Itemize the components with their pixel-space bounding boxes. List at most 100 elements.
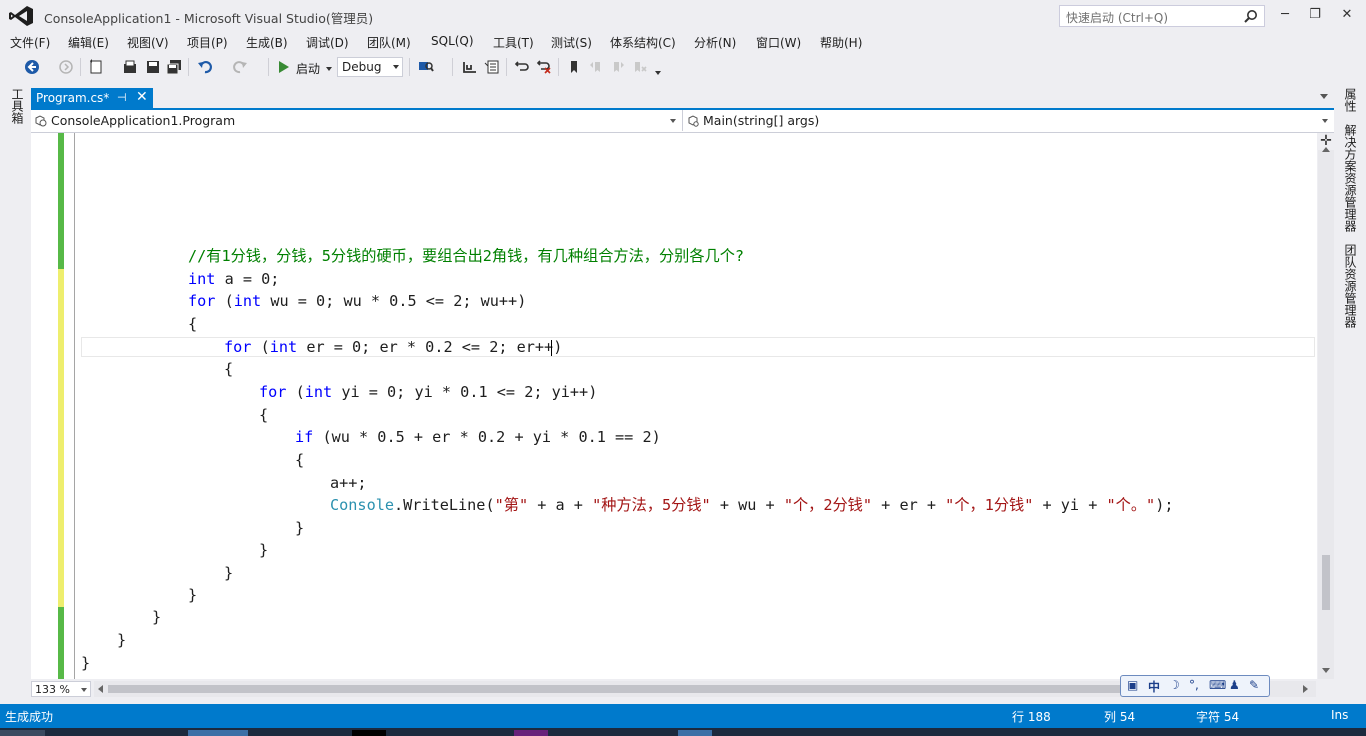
ime-settings-icon[interactable]: ✎ bbox=[1249, 678, 1259, 692]
code-token: + er + bbox=[872, 496, 946, 514]
code-token: er = 0; er * 0.2 <= 2; er++) bbox=[297, 338, 563, 356]
undo-icon[interactable] bbox=[197, 59, 213, 75]
keyword-token: for bbox=[259, 383, 287, 401]
taskbar-app-icon[interactable] bbox=[188, 730, 248, 736]
scroll-left-icon[interactable] bbox=[98, 685, 103, 693]
code-line: } bbox=[259, 541, 269, 559]
code-line: Console.WriteLine("第" + a + "种方法，5分钱" + … bbox=[330, 495, 1173, 515]
windows-taskbar bbox=[0, 728, 1366, 736]
menu-help[interactable]: 帮助(H) bbox=[820, 34, 862, 51]
taskbar-app-icon[interactable] bbox=[352, 730, 386, 736]
menu-edit[interactable]: 编辑(E) bbox=[68, 34, 109, 51]
status-insert-mode: Ins bbox=[1331, 708, 1349, 722]
member-dropdown[interactable]: Main(string[] args) bbox=[683, 110, 1334, 131]
keyword-token: for bbox=[188, 292, 216, 310]
status-character: 字符 54 bbox=[1196, 710, 1240, 724]
code-token: wu = 0; wu * 0.5 <= 2; wu++) bbox=[261, 292, 527, 310]
menu-sql[interactable]: SQL(Q) bbox=[431, 34, 474, 48]
menu-team[interactable]: 团队(M) bbox=[367, 34, 411, 51]
code-editor[interactable]: //有1分钱，分钱，5分钱的硬币，要组合出2角钱，有几种组合方法，分别各几个? … bbox=[31, 133, 1317, 679]
minimize-button[interactable]: ─ bbox=[1274, 6, 1296, 24]
properties-icon[interactable] bbox=[484, 59, 500, 75]
vertical-scroll-thumb[interactable] bbox=[1322, 555, 1330, 610]
ime-user-icon[interactable]: ♟ bbox=[1229, 678, 1240, 692]
keyword-token: for bbox=[224, 338, 252, 356]
toggle-breakpoint-icon[interactable] bbox=[514, 59, 530, 75]
ime-logo-icon[interactable]: ▣ bbox=[1127, 678, 1138, 692]
redo-icon[interactable] bbox=[232, 59, 248, 75]
editor-margin bbox=[31, 133, 81, 679]
code-line: } bbox=[188, 586, 198, 604]
menu-analyze[interactable]: 分析(N) bbox=[694, 34, 736, 51]
tab-overflow-icon[interactable] bbox=[1320, 94, 1328, 99]
menu-window[interactable]: 窗口(W) bbox=[756, 34, 801, 51]
scroll-down-icon[interactable] bbox=[1322, 668, 1330, 673]
ime-punctuation-icon[interactable]: °, bbox=[1189, 678, 1199, 692]
toolbar-overflow-icon[interactable] bbox=[655, 71, 661, 75]
close-tab-icon[interactable]: ✕ bbox=[136, 89, 148, 105]
quick-launch-input[interactable]: 快速启动 (Ctrl+Q) bbox=[1059, 5, 1265, 27]
saved-change-marker bbox=[58, 607, 64, 679]
solution-explorer-tab[interactable]: 解决方案资源管理器 bbox=[1342, 124, 1359, 232]
save-all-icon[interactable] bbox=[166, 59, 182, 75]
menu-debug[interactable]: 调试(D) bbox=[306, 34, 349, 51]
save-icon[interactable] bbox=[145, 59, 161, 75]
tab-label: Program.cs* bbox=[36, 91, 110, 105]
clear-bookmarks-icon[interactable] bbox=[632, 59, 648, 75]
menu-tools[interactable]: 工具(T) bbox=[493, 34, 534, 51]
open-file-icon[interactable] bbox=[122, 59, 138, 75]
code-line: } bbox=[117, 631, 127, 649]
close-window-button[interactable]: ✕ bbox=[1336, 6, 1358, 24]
ime-halfwidth-icon[interactable]: ☽ bbox=[1169, 678, 1180, 692]
scroll-up-icon[interactable] bbox=[1322, 147, 1330, 152]
bookmark-icon[interactable] bbox=[566, 59, 582, 75]
toolbox-tab[interactable]: 工具箱 bbox=[9, 88, 26, 124]
scroll-right-icon[interactable] bbox=[1303, 685, 1308, 693]
menu-file[interactable]: 文件(F) bbox=[10, 34, 50, 51]
solution-explorer-icon[interactable] bbox=[462, 59, 478, 75]
code-token: + wu + bbox=[710, 496, 784, 514]
menu-view[interactable]: 视图(V) bbox=[127, 34, 169, 51]
type-dropdown-value: ConsoleApplication1.Program bbox=[51, 113, 236, 128]
team-explorer-tab[interactable]: 团队资源管理器 bbox=[1342, 244, 1359, 328]
keyword-token: int bbox=[269, 338, 298, 356]
menu-build[interactable]: 生成(B) bbox=[246, 34, 288, 51]
code-token: .WriteLine( bbox=[394, 496, 495, 514]
vertical-scrollbar[interactable] bbox=[1318, 147, 1334, 679]
find-in-files-icon[interactable] bbox=[418, 59, 434, 75]
solution-configuration-select[interactable]: Debug bbox=[337, 57, 403, 77]
navigate-forward-icon[interactable] bbox=[58, 59, 74, 75]
horizontal-scroll-thumb[interactable] bbox=[108, 685, 1120, 693]
tab-program-cs[interactable]: Program.cs* ⊣ ✕ bbox=[31, 88, 153, 109]
chevron-down-icon bbox=[326, 67, 332, 71]
toolbox-strip: 工具箱 bbox=[0, 84, 30, 704]
toolbar-separator bbox=[558, 58, 559, 76]
start-orb-icon[interactable] bbox=[0, 730, 45, 736]
properties-tab[interactable]: 属性 bbox=[1342, 88, 1359, 112]
zoom-level-select[interactable]: 133 % bbox=[31, 681, 91, 697]
code-line: for (int er = 0; er * 0.2 <= 2; er++) bbox=[224, 337, 562, 357]
right-tool-strip: 属性 解决方案资源管理器 团队资源管理器 bbox=[1336, 84, 1366, 704]
menu-architecture[interactable]: 体系结构(C) bbox=[610, 34, 676, 51]
code-line: } bbox=[81, 654, 91, 672]
unsaved-change-marker bbox=[58, 269, 64, 607]
play-icon bbox=[279, 61, 289, 73]
menu-test[interactable]: 测试(S) bbox=[551, 34, 592, 51]
next-bookmark-icon[interactable] bbox=[610, 59, 626, 75]
step-into-icon[interactable] bbox=[536, 59, 552, 75]
code-line-comment: //有1分钱，分钱，5分钱的硬币，要组合出2角钱，有几种组合方法，分别各几个? bbox=[188, 247, 745, 265]
maximize-button[interactable]: ❐ bbox=[1304, 6, 1326, 24]
navigate-back-icon[interactable] bbox=[24, 59, 40, 75]
new-project-icon[interactable] bbox=[88, 59, 104, 75]
previous-bookmark-icon[interactable] bbox=[588, 59, 604, 75]
ime-mode-toggle[interactable]: 中 bbox=[1148, 678, 1160, 695]
keyword-token: int bbox=[304, 383, 333, 401]
taskbar-app-icon[interactable] bbox=[514, 730, 548, 736]
type-dropdown[interactable]: ConsoleApplication1.Program bbox=[31, 110, 683, 131]
toolbar-separator bbox=[409, 58, 410, 76]
taskbar-app-icon[interactable] bbox=[678, 730, 712, 736]
ime-keyboard-icon[interactable]: ⌨ bbox=[1209, 678, 1226, 692]
chevron-down-icon bbox=[670, 119, 676, 123]
pin-icon[interactable]: ⊣ bbox=[117, 91, 127, 104]
menu-project[interactable]: 项目(P) bbox=[187, 34, 228, 51]
